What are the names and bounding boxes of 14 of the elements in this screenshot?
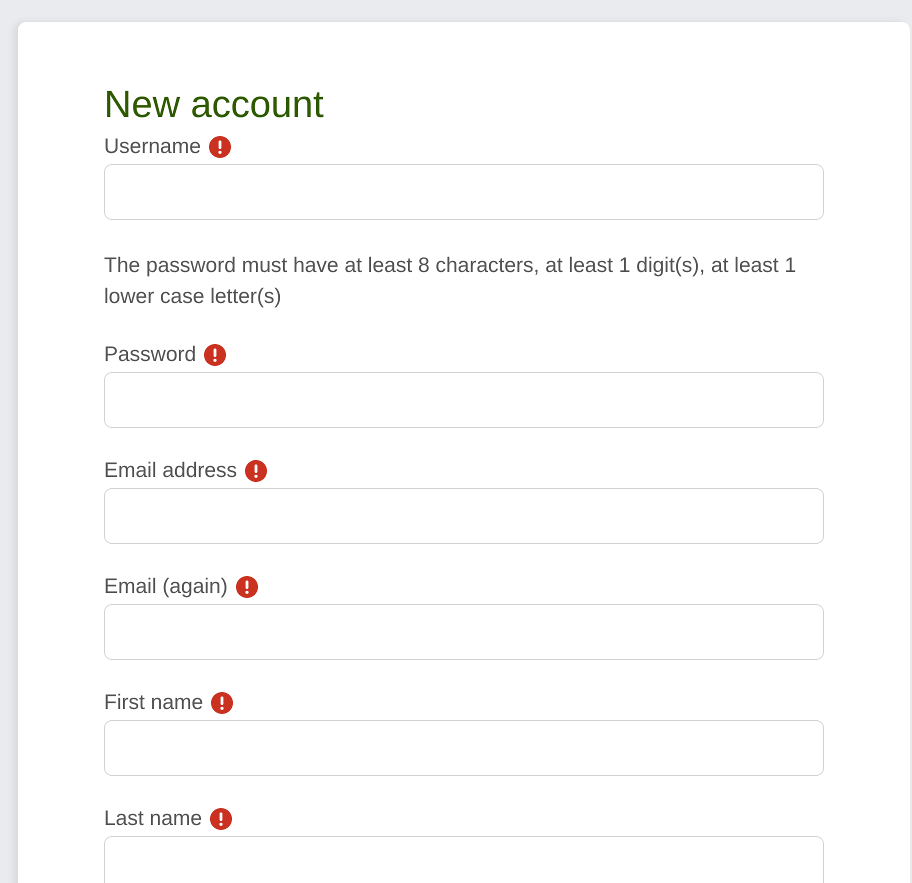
field-label: Email (again): [104, 574, 228, 600]
input-field[interactable]: [104, 488, 824, 544]
field-label: First name: [104, 690, 204, 716]
field-label: Email address: [104, 458, 238, 484]
page-title: New account: [104, 83, 325, 128]
field-label: Last name: [104, 806, 202, 832]
field-label: Password: [104, 342, 196, 368]
input-field[interactable]: [104, 604, 824, 660]
input-field[interactable]: [104, 720, 824, 776]
field-label: Username: [104, 134, 201, 160]
input-field[interactable]: [104, 164, 824, 220]
input-field[interactable]: [104, 836, 824, 883]
password-hint: The password must have at least 8 characters, at least 1 digit(s), at least 1 lower case letter(s): [104, 253, 798, 310]
input-field[interactable]: [104, 372, 824, 428]
